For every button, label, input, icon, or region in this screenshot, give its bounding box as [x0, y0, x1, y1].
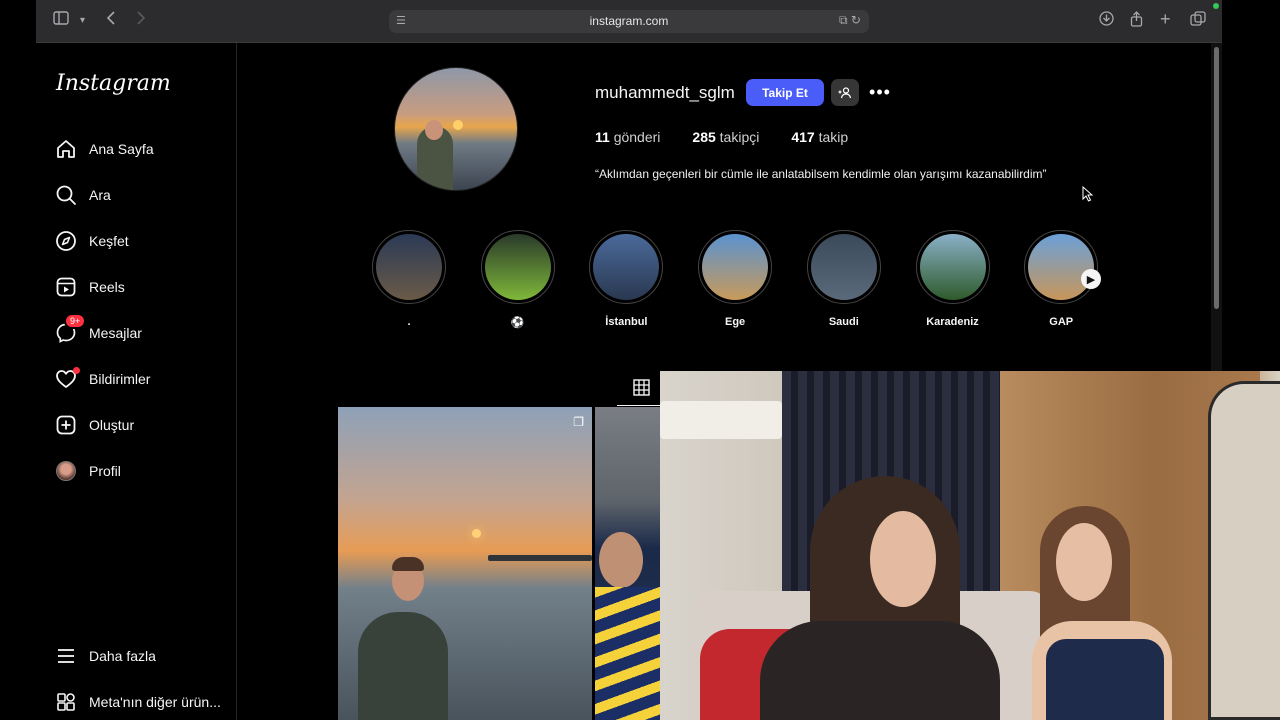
profile-stats: 11 gönderi 285 takipçi 417 takip	[595, 129, 880, 145]
sidebar-item-search[interactable]: Ara	[54, 181, 111, 209]
profile-avatar[interactable]	[394, 67, 518, 191]
more-options-icon[interactable]: •••	[867, 80, 893, 104]
highlight-label: Karadeniz	[926, 316, 979, 328]
chevron-down-icon[interactable]: ▾	[80, 11, 85, 31]
reels-icon	[54, 275, 78, 299]
story-highlight[interactable]: Saudi	[806, 230, 881, 330]
heart-icon	[54, 367, 80, 391]
story-highlight[interactable]: İstanbul	[589, 230, 664, 330]
menu-icon	[54, 644, 78, 668]
sidebar-item-label: Mesajlar	[89, 325, 142, 341]
follow-button[interactable]: Takip Et	[746, 79, 824, 106]
highlight-label: Ege	[725, 316, 746, 328]
sidebar-item-label: Daha fazla	[89, 648, 156, 664]
add-user-icon	[838, 86, 852, 98]
browser-toolbar: ▾ ☰ instagram.com ⧉ ↻ +	[36, 0, 1222, 43]
sidebar-toggle-icon[interactable]	[53, 11, 69, 31]
story-highlight[interactable]: .	[372, 230, 446, 330]
post-thumbnail[interactable]: ❐	[338, 407, 592, 720]
story-highlight[interactable]: Ege	[698, 230, 773, 330]
compass-icon	[54, 229, 78, 253]
sidebar-item-meta[interactable]: Meta'nın diğer ürün...	[54, 688, 221, 716]
posts-stat[interactable]: 11 gönderi	[595, 129, 660, 145]
sidebar-item-profile[interactable]: Profil	[54, 457, 121, 485]
carousel-icon: ❐	[573, 415, 584, 429]
profile-username: muhammedt_sglm	[595, 83, 735, 102]
sidebar-item-label: Profil	[89, 463, 121, 479]
highlight-cover	[484, 234, 551, 300]
home-icon	[54, 137, 78, 161]
unread-badge: 9+	[64, 313, 87, 329]
translate-reload-icon[interactable]: ⧉ ↻	[839, 13, 861, 28]
sidebar-item-label: Reels	[89, 279, 125, 295]
highlight-label: ⚽	[510, 317, 525, 329]
highlight-cover	[376, 234, 442, 300]
highlight-cover	[1028, 234, 1095, 300]
highlight-cover	[593, 234, 660, 300]
instagram-logo[interactable]: Instagram	[56, 71, 171, 96]
webcam-video-overlay	[660, 371, 1280, 720]
search-icon	[54, 183, 78, 207]
chevron-right-icon[interactable]: ▶	[1081, 269, 1101, 289]
highlight-label: GAP	[1049, 316, 1074, 328]
suggest-user-button[interactable]	[831, 79, 859, 106]
story-highlight[interactable]: Karadeniz	[915, 230, 990, 330]
highlight-cover	[919, 234, 986, 300]
mouse-cursor-icon	[1082, 185, 1094, 205]
apps-grid-icon	[54, 690, 78, 714]
highlight-label: Saudi	[828, 316, 859, 328]
sidebar-item-label: Ana Sayfa	[89, 141, 154, 157]
followers-stat[interactable]: 285 takipçi	[692, 129, 759, 145]
share-icon[interactable]	[1130, 11, 1143, 33]
address-bar[interactable]: ☰ instagram.com ⧉ ↻	[389, 10, 869, 33]
back-icon[interactable]	[106, 11, 116, 31]
camera-indicator-icon	[1213, 3, 1219, 9]
highlight-label: .	[407, 316, 411, 328]
highlight-label: İstanbul	[605, 316, 648, 328]
sidebar-item-reels[interactable]: Reels	[54, 273, 125, 301]
sidebar-item-label: Keşfet	[89, 233, 129, 249]
sidebar-item-explore[interactable]: Keşfet	[54, 227, 129, 255]
sidebar-item-label: Ara	[89, 187, 111, 203]
following-stat[interactable]: 417 takip	[791, 129, 848, 145]
post-thumbnail[interactable]	[595, 407, 661, 720]
notification-dot	[73, 367, 80, 374]
sidebar-item-label: Oluştur	[89, 417, 135, 433]
highlight-cover	[810, 234, 877, 300]
tabs-overview-icon[interactable]	[1190, 11, 1206, 32]
sidebar: Instagram Ana Sayfa Ara Keşfet Reels 9+ …	[36, 43, 237, 720]
story-highlight[interactable]: ⚽	[480, 230, 555, 330]
url-text: instagram.com	[589, 14, 669, 28]
scrollbar-thumb[interactable]	[1214, 47, 1219, 309]
new-tab-icon[interactable]: +	[1160, 9, 1171, 29]
avatar	[56, 461, 76, 481]
download-icon[interactable]	[1099, 11, 1114, 32]
sidebar-item-create[interactable]: Oluştur	[54, 411, 134, 439]
highlight-cover	[702, 234, 769, 300]
profile-bio: “Aklımdan geçenleri bir cümle ile anlata…	[595, 167, 1047, 181]
sidebar-item-notifications[interactable]: Bildirimler	[54, 365, 150, 393]
forward-icon[interactable]	[136, 11, 146, 31]
posts-tab-indicator	[617, 405, 661, 406]
messenger-icon: 9+	[54, 313, 87, 345]
sidebar-item-label: Meta'nın diğer ürün...	[89, 694, 221, 710]
sidebar-item-messages[interactable]: 9+ Mesajlar	[54, 313, 142, 347]
plus-square-icon	[54, 413, 78, 437]
sidebar-item-home[interactable]: Ana Sayfa	[54, 135, 154, 163]
grid-icon[interactable]	[633, 379, 650, 401]
sidebar-item-label: Bildirimler	[89, 371, 151, 387]
sidebar-item-more[interactable]: Daha fazla	[54, 642, 156, 670]
